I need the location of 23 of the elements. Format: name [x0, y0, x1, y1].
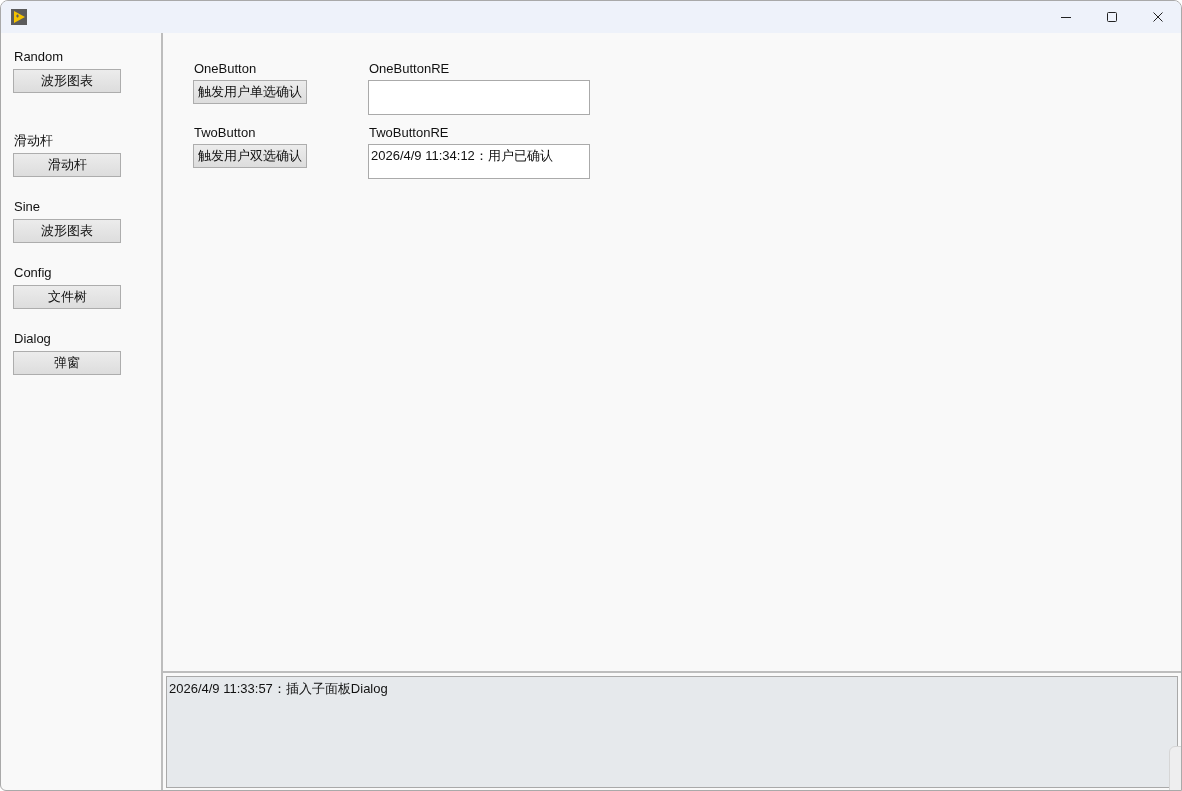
- app-icon: [11, 9, 27, 25]
- result-field[interactable]: [368, 80, 590, 115]
- control-label: OneButton: [194, 61, 257, 77]
- close-icon: [1153, 12, 1163, 22]
- result-field[interactable]: 2026/4/9 11:34:12：用户已确认: [368, 144, 590, 179]
- trigger-button[interactable]: 触发用户双选确认: [193, 144, 307, 168]
- sidebar-button[interactable]: 波形图表: [13, 219, 121, 243]
- indicator-label: OneButtonRE: [369, 61, 450, 77]
- log-display: 2026/4/9 11:33:57：插入子面板Dialog: [166, 676, 1178, 788]
- sidebar-button[interactable]: 文件树: [13, 285, 121, 309]
- group-label: Config: [14, 265, 52, 281]
- group-label: Sine: [14, 199, 41, 215]
- minimize-icon: [1061, 16, 1071, 18]
- maximize-icon: [1107, 12, 1117, 22]
- trigger-button[interactable]: 触发用户单选确认: [193, 80, 307, 104]
- sidebar-button[interactable]: 波形图表: [13, 69, 121, 93]
- sidebar-button[interactable]: 滑动杆: [13, 153, 121, 177]
- group-label: Dialog: [14, 331, 51, 347]
- sidebar-button[interactable]: 弹窗: [13, 351, 121, 375]
- group-label: Random: [14, 49, 64, 65]
- group-label: 滑动杆: [14, 133, 53, 149]
- control-label: TwoButton: [194, 125, 256, 141]
- indicator-label: TwoButtonRE: [369, 125, 449, 141]
